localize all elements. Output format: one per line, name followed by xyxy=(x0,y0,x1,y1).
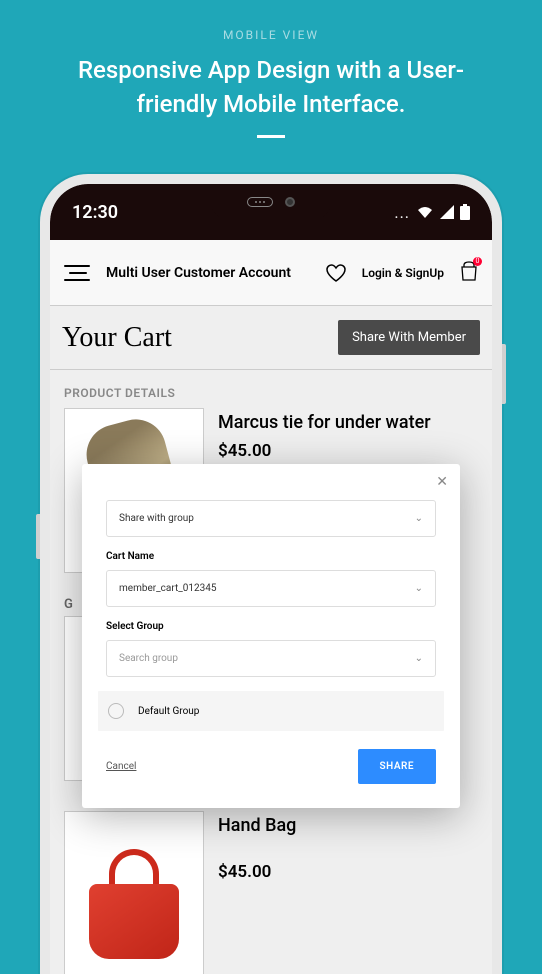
chevron-down-icon: ⌄ xyxy=(415,583,423,594)
close-icon[interactable]: ✕ xyxy=(436,474,448,490)
cart-name-select[interactable]: member_cart_012345 ⌄ xyxy=(106,570,436,607)
promo-title: Responsive App Design with a User-friend… xyxy=(40,54,502,121)
share-mode-select[interactable]: Share with group ⌄ xyxy=(106,500,436,537)
input-placeholder: Search group xyxy=(119,653,178,664)
field-label: Cart Name xyxy=(106,551,436,562)
select-value: Share with group xyxy=(119,513,194,524)
chevron-down-icon: ⌄ xyxy=(415,513,423,524)
share-modal: ✕ Share with group ⌄ Cart Name member_ca… xyxy=(82,464,460,808)
promo-label: MOBILE VIEW xyxy=(40,28,502,42)
phone-screen: 12:30 ... Multi User Customer Account xyxy=(50,184,492,974)
field-label: Select Group xyxy=(106,621,436,632)
share-button[interactable]: SHARE xyxy=(358,749,436,784)
search-group-input[interactable]: Search group ⌄ xyxy=(106,640,436,677)
radio-icon[interactable] xyxy=(108,703,124,719)
chevron-down-icon: ⌄ xyxy=(415,653,423,664)
phone-side-button xyxy=(36,514,40,559)
phone-side-button xyxy=(502,344,506,404)
divider xyxy=(257,135,285,138)
phone-frame: 12:30 ... Multi User Customer Account xyxy=(40,174,502,974)
modal-overlay[interactable]: ✕ Share with group ⌄ Cart Name member_ca… xyxy=(50,184,492,974)
group-option[interactable]: Default Group xyxy=(98,691,444,731)
group-name: Default Group xyxy=(138,706,199,717)
cancel-button[interactable]: Cancel xyxy=(106,761,136,772)
select-value: member_cart_012345 xyxy=(119,583,216,594)
